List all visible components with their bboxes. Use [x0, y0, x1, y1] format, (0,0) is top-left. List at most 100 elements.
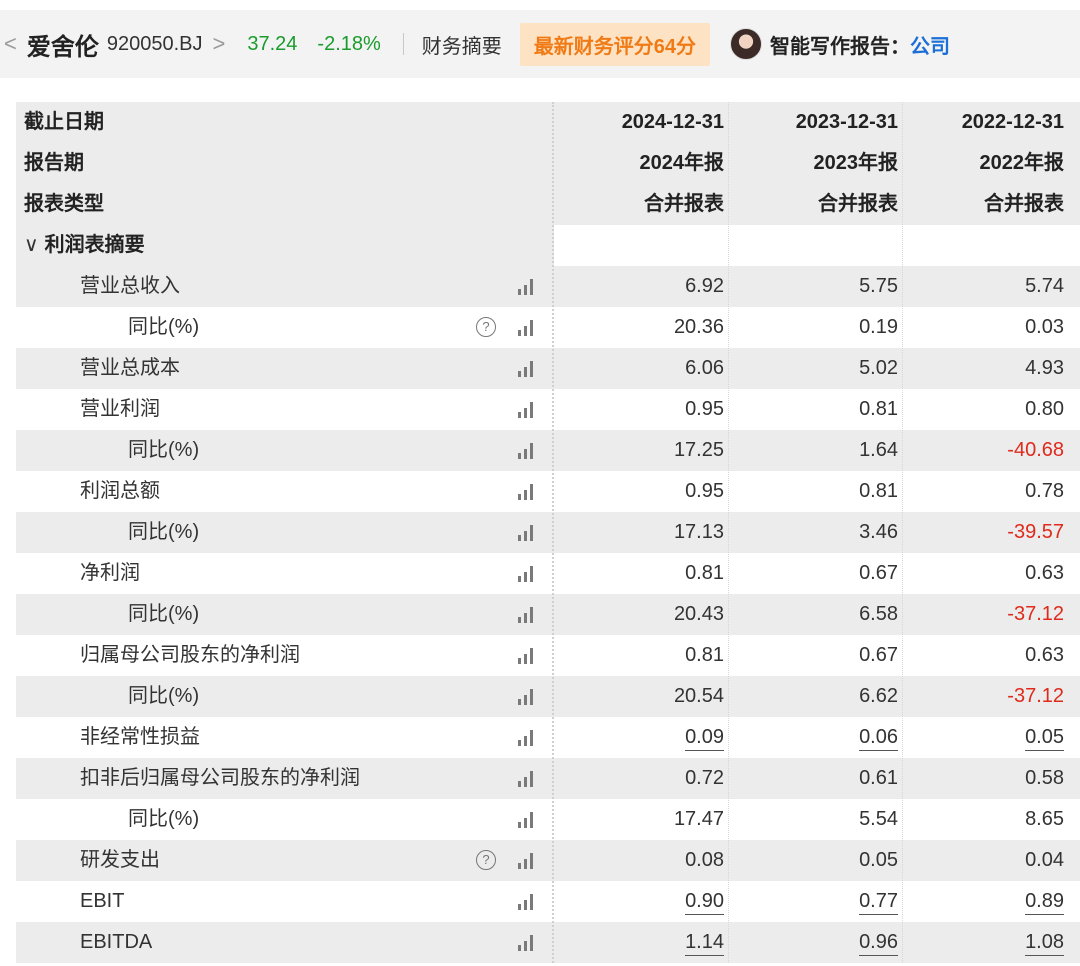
value-cell[interactable]: 1.08: [902, 922, 1064, 963]
section-header[interactable]: ∨ 利润表摘要: [16, 225, 534, 266]
row-actions: [462, 881, 552, 922]
bar-chart-icon[interactable]: [518, 566, 536, 582]
value-link[interactable]: 0.89: [1025, 888, 1064, 915]
value-link[interactable]: 0.90: [685, 888, 724, 915]
chevron-down-icon[interactable]: ∨: [24, 225, 39, 266]
ai-avatar-icon[interactable]: [730, 28, 763, 60]
value-cell[interactable]: 0.77: [728, 881, 898, 922]
ai-report-link[interactable]: 公司: [910, 30, 950, 59]
value-text: 0.04: [1025, 849, 1064, 871]
bar-chart-icon[interactable]: [518, 525, 536, 541]
bar-chart-icon[interactable]: [518, 484, 536, 500]
value-cell: 17.25: [554, 430, 724, 471]
bar-chart-icon[interactable]: [518, 730, 536, 746]
header-row-period: 报告期 2024年报 2023年报 2022年报: [16, 143, 1080, 184]
value-text: 0.03: [1025, 316, 1064, 338]
row-actions: [462, 922, 552, 963]
bar-chart-icon[interactable]: [518, 894, 536, 910]
bar-chart-icon[interactable]: [518, 443, 536, 459]
value-link[interactable]: 0.77: [859, 888, 898, 915]
bar-chart-icon[interactable]: [518, 648, 536, 664]
row-actions: ?: [462, 307, 552, 348]
type-cell: 合并报表: [644, 193, 724, 215]
bar-chart-icon[interactable]: [518, 689, 536, 705]
value-link[interactable]: 1.14: [685, 929, 724, 956]
next-stock-icon[interactable]: >: [213, 31, 226, 57]
value-text: 3.46: [859, 521, 898, 543]
value-text: 0.95: [685, 480, 724, 502]
value-cell: 0.61: [728, 758, 898, 799]
value-text: 0.67: [859, 644, 898, 666]
value-text: 0.67: [859, 562, 898, 584]
row-actions: [462, 512, 552, 553]
table-row: EBIT 0.90 0.77 0.89: [16, 881, 1080, 922]
value-cell[interactable]: 0.90: [554, 881, 724, 922]
value-text: 6.06: [685, 357, 724, 379]
value-cell[interactable]: 0.96: [728, 922, 898, 963]
value-text: 0.81: [859, 480, 898, 502]
row-actions: [462, 799, 552, 840]
value-cell: 0.58: [902, 758, 1064, 799]
row-actions: [462, 758, 552, 799]
section-title: 财务摘要: [421, 35, 502, 58]
bar-chart-icon[interactable]: [518, 361, 536, 377]
row-actions: [462, 389, 552, 430]
value-cell: 0.72: [554, 758, 724, 799]
value-cell: 20.36: [554, 307, 724, 348]
value-cell: 0.95: [554, 389, 724, 430]
value-cell[interactable]: 0.05: [902, 717, 1064, 758]
help-icon[interactable]: ?: [476, 850, 496, 870]
row-actions: [462, 553, 552, 594]
value-cell: -37.12: [902, 676, 1064, 717]
prev-stock-icon[interactable]: <: [4, 31, 17, 57]
value-link[interactable]: 0.96: [859, 929, 898, 956]
column-divider: [728, 102, 729, 963]
value-link[interactable]: 0.09: [685, 724, 724, 751]
bar-chart-icon[interactable]: [518, 935, 536, 951]
value-cell: 0.81: [728, 471, 898, 512]
value-link[interactable]: 0.05: [1025, 724, 1064, 751]
row-actions: ?: [462, 840, 552, 881]
bar-chart-icon[interactable]: [518, 853, 536, 869]
value-link[interactable]: 0.06: [859, 724, 898, 751]
value-text: 0.63: [1025, 562, 1064, 584]
value-cell[interactable]: 0.89: [902, 881, 1064, 922]
value-cell: 5.74: [902, 266, 1064, 307]
value-cell: 0.05: [728, 840, 898, 881]
value-cell: 6.92: [554, 266, 724, 307]
value-cell: 0.81: [554, 635, 724, 676]
row-actions: [462, 594, 552, 635]
table-row: 同比(%) 20.43 6.58 -37.12: [16, 594, 1080, 635]
value-text: 17.25: [673, 439, 724, 461]
help-icon[interactable]: ?: [476, 317, 496, 337]
bar-chart-icon[interactable]: [518, 320, 536, 336]
value-cell[interactable]: 0.06: [728, 717, 898, 758]
value-text: 0.81: [859, 398, 898, 420]
financial-score-badge[interactable]: 最新财务评分64分: [519, 22, 711, 66]
table-row: 扣非后归属母公司股东的净利润 0.72 0.61 0.58: [16, 758, 1080, 799]
type-cell: 合并报表: [984, 193, 1064, 215]
value-link[interactable]: 1.08: [1025, 929, 1064, 956]
value-text: 1.64: [859, 439, 898, 461]
value-text: 5.74: [1025, 275, 1064, 297]
bar-chart-icon[interactable]: [518, 402, 536, 418]
value-text: 0.19: [859, 316, 898, 338]
date-cell: 2023-12-31: [795, 111, 898, 133]
bar-chart-icon[interactable]: [518, 771, 536, 787]
bar-chart-icon[interactable]: [518, 279, 536, 295]
value-cell[interactable]: 1.14: [554, 922, 724, 963]
value-text: 4.93: [1025, 357, 1064, 379]
value-cell: 0.95: [554, 471, 724, 512]
value-cell: 0.63: [902, 635, 1064, 676]
value-cell[interactable]: 0.09: [554, 717, 724, 758]
value-cell: 4.93: [902, 348, 1064, 389]
section-row[interactable]: ∨ 利润表摘要: [16, 225, 1080, 266]
bar-chart-icon[interactable]: [518, 812, 536, 828]
period-cell: 2024年报: [639, 152, 725, 174]
value-cell: -40.68: [902, 430, 1064, 471]
ai-report-label[interactable]: 智能写作报告：: [770, 30, 910, 59]
date-cell: 2024-12-31: [621, 111, 724, 133]
value-text: 0.72: [685, 767, 724, 789]
value-cell: 0.19: [728, 307, 898, 348]
bar-chart-icon[interactable]: [518, 607, 536, 623]
